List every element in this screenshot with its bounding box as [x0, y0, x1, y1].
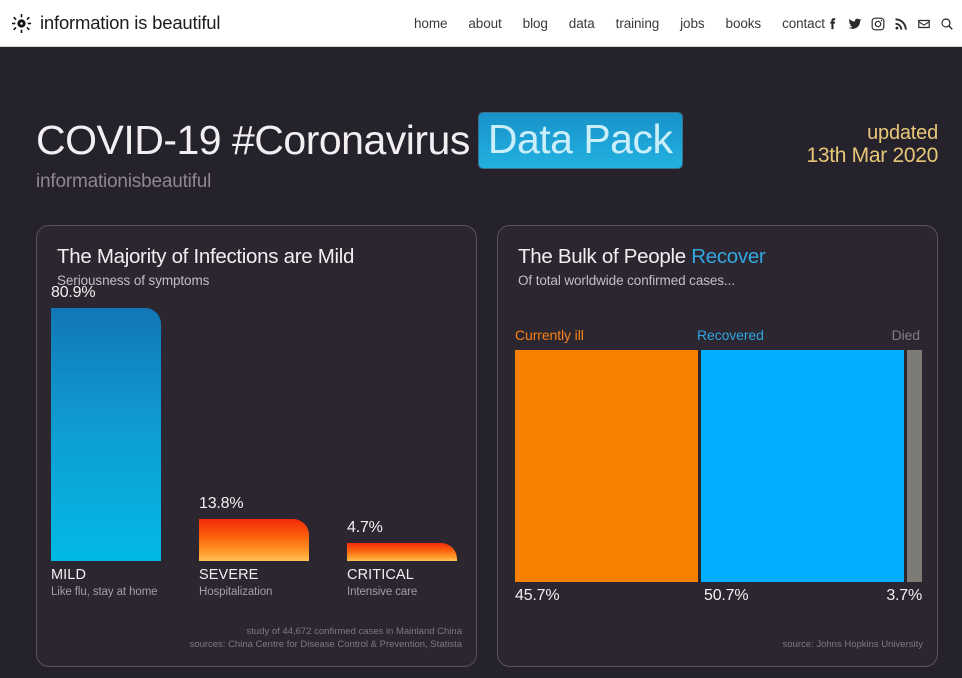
instagram-icon[interactable] [871, 17, 885, 31]
page-title-highlight: Data Pack [478, 112, 682, 168]
bar-value-severe: 13.8% [199, 495, 244, 512]
outcome-stacked-bar [515, 350, 923, 582]
updated-stamp: updated 13th Mar 2020 [806, 122, 938, 168]
stack-value-recovered: 50.7% [704, 587, 749, 604]
bar-shape-mild[interactable] [51, 308, 161, 561]
bar-value-critical: 4.7% [347, 519, 383, 536]
left-source-line-1: study of 44,672 confirmed cases in Mainl… [246, 626, 462, 638]
legend-recovered: Recovered [697, 327, 764, 343]
right-card-title: The Bulk of People Recover [518, 245, 766, 269]
card-recovery-breakdown: The Bulk of People Recover Of total worl… [497, 225, 938, 667]
nav-item-jobs[interactable]: jobs [680, 16, 704, 31]
updated-date: 13th Mar 2020 [806, 144, 938, 168]
bar-group-critical[interactable]: 4.7% CRITICAL Intensive care [347, 284, 471, 666]
page-title: COVID-19 #Coronavirus Data Pack [36, 112, 936, 168]
bar-value-mild: 80.9% [51, 284, 96, 301]
main-navigation: home about blog data training jobs books… [414, 0, 825, 47]
nav-item-books[interactable]: books [726, 16, 762, 31]
bar-shape-critical[interactable] [347, 543, 457, 561]
stack-segment-died[interactable] [907, 350, 923, 582]
legend-died: Died [891, 327, 921, 343]
card-mild-infections: The Majority of Infections are Mild Seri… [36, 225, 477, 667]
left-source-line-2: sources: China Centre for Disease Contro… [189, 639, 462, 651]
left-card-source: study of 44,672 confirmed cases in Mainl… [190, 626, 462, 652]
facebook-icon[interactable] [825, 17, 839, 31]
bar-label-critical: CRITICAL [347, 567, 414, 583]
stack-value-currently-ill: 45.7% [515, 587, 560, 604]
right-card-title-accent: Recover [691, 245, 766, 268]
search-icon[interactable] [940, 17, 954, 31]
right-card-title-plain: The Bulk of People [518, 245, 692, 268]
brand-name: information is beautiful [40, 12, 221, 33]
nav-item-training[interactable]: training [616, 16, 660, 31]
nav-item-home[interactable]: home [414, 16, 447, 31]
nav-item-blog[interactable]: blog [523, 16, 548, 31]
stack-value-died: 3.7% [886, 587, 922, 604]
rss-icon[interactable] [894, 17, 908, 31]
hero-sub-brand: informationisbeautiful [36, 171, 212, 192]
site-brand[interactable]: information is beautiful [12, 12, 221, 34]
stack-value-labels: 45.7% 50.7% 3.7% [515, 587, 922, 609]
severity-bar-chart: 80.9% MILD Like flu, stay at home 13.8% … [37, 226, 476, 666]
nav-item-contact[interactable]: contact [782, 16, 825, 31]
bar-shape-severe[interactable] [199, 519, 309, 561]
stack-segment-recovered[interactable] [701, 350, 905, 582]
nav-item-about[interactable]: about [468, 16, 501, 31]
bar-group-severe[interactable]: 13.8% SEVERE Hospitalization [199, 284, 323, 666]
bar-label-severe: SEVERE [199, 567, 259, 583]
stack-segment-currently-ill[interactable] [515, 350, 699, 582]
bar-desc-mild: Like flu, stay at home [51, 586, 158, 598]
right-card-source: source: Johns Hopkins University [782, 639, 923, 651]
right-card-subtitle: Of total worldwide confirmed cases... [518, 273, 735, 288]
bar-group-mild[interactable]: 80.9% MILD Like flu, stay at home [51, 284, 175, 666]
page-title-main: COVID-19 #Coronavirus [36, 117, 470, 163]
updated-label: updated [867, 122, 938, 144]
bar-desc-severe: Hospitalization [199, 586, 273, 598]
bar-label-mild: MILD [51, 567, 87, 583]
site-header: information is beautiful home about blog… [0, 0, 962, 47]
hero-title-block: COVID-19 #Coronavirus Data Pack informat… [36, 112, 936, 206]
legend-currently-ill: Currently ill [515, 327, 584, 343]
nav-item-data[interactable]: data [569, 16, 595, 31]
bar-desc-critical: Intensive care [347, 586, 418, 598]
twitter-icon[interactable] [848, 17, 862, 31]
social-links [825, 0, 954, 47]
email-icon[interactable] [917, 17, 931, 31]
sun-burst-icon [12, 13, 31, 33]
